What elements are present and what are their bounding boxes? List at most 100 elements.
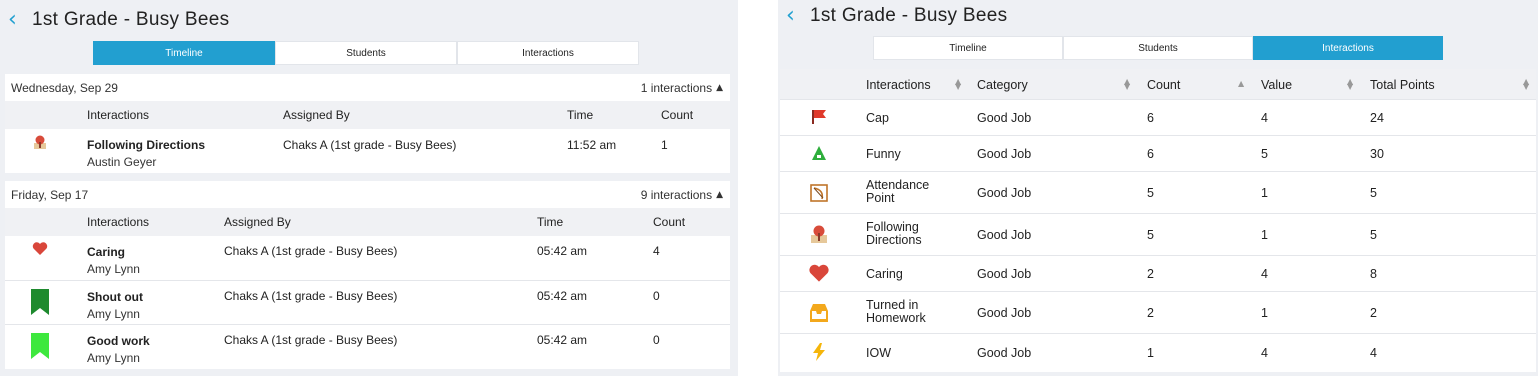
student-name: Amy Lynn (87, 307, 140, 321)
sort-icon[interactable]: ▲ ▼ (955, 78, 961, 91)
flag-icon (812, 110, 826, 124)
col-assigned-by: Assigned By (224, 215, 291, 229)
tab-timeline[interactable]: Timeline (93, 41, 275, 65)
total-points: 5 (1370, 228, 1377, 242)
interaction-name: Shout out (87, 290, 143, 304)
col-count[interactable]: Count (1147, 78, 1180, 92)
category: Good Job (977, 306, 1032, 320)
interaction-name: Caring (866, 267, 903, 281)
value: 4 (1261, 111, 1268, 125)
tab-interactions[interactable]: Interactions (457, 41, 639, 65)
col-time: Time (537, 215, 564, 229)
table-row[interactable]: Attendance Point Good Job 5 1 5 (780, 172, 1536, 214)
interaction-name: Cap (866, 111, 889, 125)
col-value[interactable]: Value (1261, 78, 1292, 92)
bow-icon (810, 184, 828, 202)
table-header: Interactions Assigned By Time Count (5, 208, 730, 236)
tab-students[interactable]: Students (275, 41, 457, 65)
timeline-panel: ‹ 1st Grade - Busy Bees Timeline Student… (0, 0, 738, 376)
col-assigned-by: Assigned By (283, 108, 350, 122)
header: ‹ 1st Grade - Busy Bees (778, 0, 1538, 32)
interaction-name: IOW (866, 346, 891, 360)
value: 5 (1261, 147, 1268, 161)
table-row[interactable]: Following Directions Austin Geyer Chaks … (5, 129, 730, 173)
day-group: Wednesday, Sep 29 1 interactions ▲ Intera… (5, 74, 730, 173)
collapse-caret-icon[interactable]: ▲ (716, 83, 723, 93)
page-title: 1st Grade - Busy Bees (810, 5, 1008, 26)
col-interactions: Interactions (87, 108, 150, 122)
value: 1 (1261, 186, 1268, 200)
category: Good Job (977, 111, 1032, 125)
day-header[interactable]: Friday, Sep 17 9 interactions ▲ (5, 181, 730, 208)
count: 0 (653, 289, 660, 303)
interactions-table: Interactions ▲ ▼ Category ▲ ▼ Count ▲ Valu… (780, 69, 1536, 372)
light-green-ribbon-icon (31, 333, 49, 359)
total-points: 8 (1370, 267, 1377, 281)
interactions-panel: ‹ 1st Grade - Busy Bees Timeline Student… (778, 0, 1538, 376)
interaction-name: Funny (866, 147, 901, 161)
inbox-icon (810, 304, 828, 322)
category: Good Job (977, 346, 1032, 360)
count: 0 (653, 333, 660, 347)
sort-icon[interactable]: ▲ ▼ (1124, 78, 1130, 91)
tab-timeline[interactable]: Timeline (873, 36, 1063, 60)
count: 6 (1147, 111, 1154, 125)
col-interactions[interactable]: Interactions (866, 78, 931, 92)
category: Good Job (977, 267, 1032, 281)
count: 4 (653, 244, 660, 258)
count: 6 (1147, 147, 1154, 161)
interaction-name: Following Directions (87, 138, 206, 152)
interaction-name-line2: Directions (866, 233, 922, 247)
assigned-by: Chaks A (1st grade - Busy Bees) (283, 138, 457, 152)
interaction-name: Caring (87, 245, 126, 259)
student-name: Austin Geyer (87, 155, 157, 169)
count: 5 (1147, 228, 1154, 242)
tab-interactions[interactable]: Interactions (1253, 36, 1443, 60)
table-row[interactable]: IOW Good Job 1 4 4 (780, 334, 1536, 372)
heart-icon (809, 264, 829, 282)
student-name: Amy Lynn (87, 351, 140, 365)
table-row[interactable]: Funny Good Job 6 5 30 (780, 136, 1536, 172)
total-points: 30 (1370, 147, 1384, 161)
total-points: 24 (1370, 111, 1384, 125)
table-row[interactable]: Following Directions Good Job 5 1 5 (780, 214, 1536, 256)
collapse-caret-icon[interactable]: ▲ (716, 190, 723, 200)
category: Good Job (977, 147, 1032, 161)
sort-icon[interactable]: ▲ ▼ (1523, 78, 1529, 91)
day-group: Friday, Sep 17 9 interactions ▲ Interacti… (5, 181, 730, 369)
sort-icon[interactable]: ▲ ▼ (1347, 78, 1353, 91)
back-chevron-icon[interactable]: ‹ (786, 5, 810, 27)
day-interaction-count: 9 interactions (640, 187, 713, 202)
count: 2 (1147, 306, 1154, 320)
time: 05:42 am (537, 289, 588, 303)
count: 5 (1147, 186, 1154, 200)
page-title: 1st Grade - Busy Bees (32, 9, 230, 30)
heart-icon (32, 242, 48, 255)
tree-icon (812, 146, 826, 160)
day-header[interactable]: Wednesday, Sep 29 1 interactions ▲ (5, 74, 730, 101)
value: 1 (1261, 228, 1268, 242)
table-row[interactable]: Good work Amy Lynn Chaks A (1st grade - … (5, 325, 730, 369)
student-name: Amy Lynn (87, 262, 140, 276)
day-interaction-count: 1 interactions (640, 80, 713, 95)
table-row[interactable]: Caring Amy Lynn Chaks A (1st grade - Bus… (5, 236, 730, 281)
value: 4 (1261, 346, 1268, 360)
table-row[interactable]: Turned in Homework Good Job 2 1 2 (780, 292, 1536, 334)
time: 11:52 am (567, 138, 617, 152)
assigned-by: Chaks A (1st grade - Busy Bees) (224, 333, 398, 347)
col-total-points[interactable]: Total Points (1370, 78, 1435, 92)
table-row[interactable]: Shout out Amy Lynn Chaks A (1st grade - … (5, 281, 730, 325)
table-row[interactable]: Cap Good Job 6 4 24 (780, 100, 1536, 136)
col-category[interactable]: Category (977, 78, 1028, 92)
tab-bar: Timeline Students Interactions (93, 41, 639, 65)
day-date: Wednesday, Sep 29 (11, 80, 118, 95)
sort-asc-icon[interactable]: ▲ (1238, 80, 1244, 88)
tab-students[interactable]: Students (1063, 36, 1253, 60)
back-chevron-icon[interactable]: ‹ (8, 9, 32, 31)
col-interactions: Interactions (87, 215, 150, 229)
total-points: 2 (1370, 306, 1377, 320)
table-row[interactable]: Caring Good Job 2 4 8 (780, 256, 1536, 292)
map-pin-icon (811, 225, 827, 243)
dark-green-ribbon-icon (31, 289, 49, 315)
assigned-by: Chaks A (1st grade - Busy Bees) (224, 289, 398, 303)
